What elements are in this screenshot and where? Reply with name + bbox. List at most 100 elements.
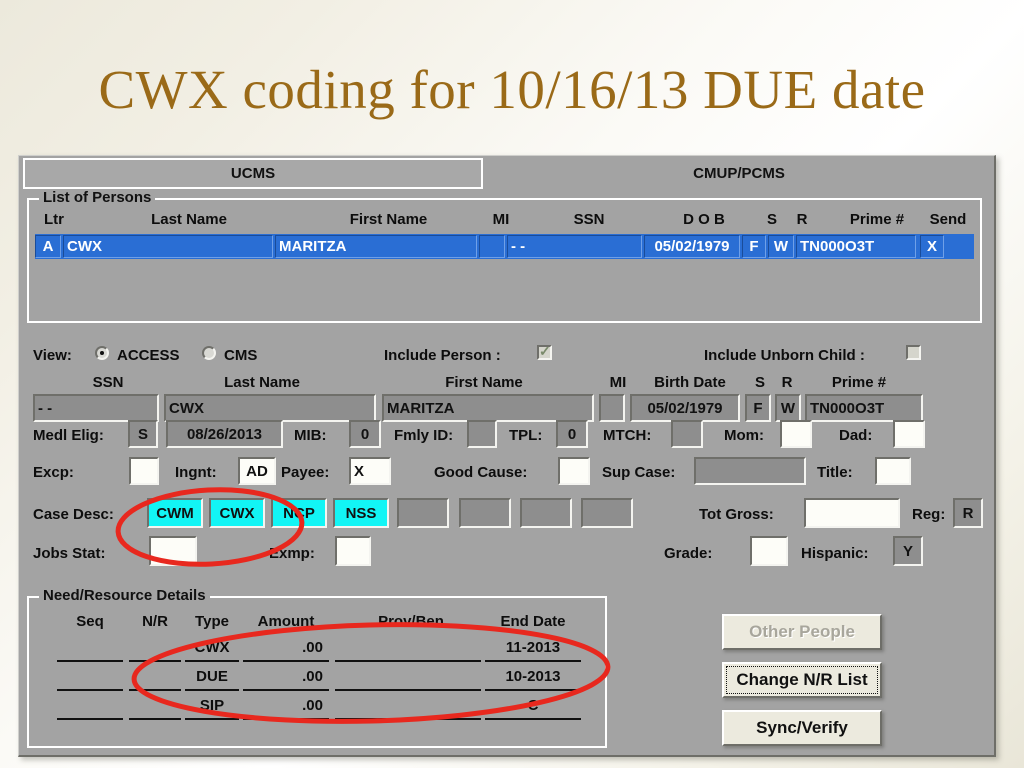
title-field[interactable]: [875, 457, 911, 485]
jobs-stat-field[interactable]: [149, 536, 197, 566]
person-cell-first-name[interactable]: MARITZA: [275, 235, 477, 258]
include-unborn-child-label: Include Unborn Child :: [704, 347, 865, 364]
case-desc-slot-5[interactable]: [459, 498, 511, 528]
nr-cell-seq-1[interactable]: [57, 667, 123, 691]
detail-header-ssn: SSN: [92, 374, 124, 391]
sync-verify-button-label: Sync/Verify: [756, 718, 848, 737]
hispanic-label: Hispanic:: [801, 545, 869, 562]
case-desc-code-2[interactable]: NCP: [271, 498, 327, 528]
include-unborn-child-checkbox[interactable]: [906, 345, 921, 360]
dad-label: Dad:: [839, 427, 873, 444]
person-cell-mi[interactable]: [479, 235, 505, 258]
reg-label: Reg:: [912, 506, 946, 523]
col-header-dob: D O B: [683, 211, 725, 228]
mom-field[interactable]: [780, 420, 812, 448]
nr-cell-prov-ben-2[interactable]: [335, 696, 481, 720]
include-person-checkbox[interactable]: [537, 343, 552, 360]
nr-cell-nr-0[interactable]: [129, 638, 181, 662]
reg-field[interactable]: R: [953, 498, 983, 528]
need-resource-details-group: Need/Resource Details Seq N/R Type Amoun…: [27, 587, 607, 748]
person-cell-prime[interactable]: TN000O3T: [796, 235, 916, 258]
exmp-field[interactable]: [335, 536, 371, 566]
radio-cms[interactable]: [202, 346, 216, 360]
detail-last-name-field[interactable]: CWX: [164, 394, 376, 422]
nr-cell-amount-1[interactable]: .00: [243, 667, 329, 691]
col-header-ltr: Ltr: [44, 211, 64, 228]
case-desc-slot-6[interactable]: [520, 498, 572, 528]
other-people-button-label: Other People: [749, 622, 855, 641]
good-cause-field[interactable]: [558, 457, 590, 485]
ingnt-field[interactable]: AD: [238, 457, 276, 485]
mib-field[interactable]: 0: [349, 420, 381, 448]
nr-header-prov-ben: Prov/Ben: [378, 613, 444, 630]
nr-cell-type-1[interactable]: DUE: [185, 667, 239, 691]
person-cell-ltr[interactable]: A: [35, 235, 61, 258]
nr-cell-amount-2[interactable]: .00: [243, 696, 329, 720]
case-desc-code-3[interactable]: NSS: [333, 498, 389, 528]
detail-ssn-field[interactable]: - -: [33, 394, 159, 422]
nr-cell-end-date-0[interactable]: 11-2013: [485, 638, 581, 662]
medl-elig-field[interactable]: S: [128, 420, 158, 448]
col-header-send: Send: [929, 211, 967, 228]
nr-cell-seq-2[interactable]: [57, 696, 123, 720]
case-desc-slot-7[interactable]: [581, 498, 633, 528]
legacy-app-window: UCMS CMUP/PCMS List of Persons Ltr Last …: [18, 155, 996, 757]
radio-access[interactable]: [95, 346, 109, 360]
mib-label: MIB:: [294, 427, 327, 444]
hispanic-field[interactable]: Y: [893, 536, 923, 566]
other-people-button[interactable]: Other People: [722, 614, 882, 650]
detail-first-name-field[interactable]: MARITZA: [382, 394, 594, 422]
person-row-selected[interactable]: A CWX MARITZA - - 05/02/1979 F W TN000O3…: [35, 234, 974, 259]
medl-elig-date-field[interactable]: 08/26/2013: [166, 420, 283, 448]
nr-cell-end-date-1[interactable]: 10-2013: [485, 667, 581, 691]
tot-gross-label: Tot Gross:: [699, 506, 774, 523]
person-cell-last-name[interactable]: CWX: [63, 235, 273, 258]
tab-cmup-pcms[interactable]: CMUP/PCMS: [489, 158, 989, 189]
nr-cell-seq-0[interactable]: [57, 638, 123, 662]
nr-cell-nr-2[interactable]: [129, 696, 181, 720]
sync-verify-button[interactable]: Sync/Verify: [722, 710, 882, 746]
tpl-field[interactable]: 0: [556, 420, 588, 448]
case-desc-code-0[interactable]: CWM: [147, 498, 203, 528]
person-cell-sex[interactable]: F: [742, 235, 766, 258]
detail-race-field[interactable]: W: [775, 394, 801, 422]
nr-cell-end-date-2[interactable]: C: [485, 696, 581, 720]
focus-ring: [726, 666, 878, 694]
medl-elig-label: Medl Elig:: [33, 427, 104, 444]
detail-birth-date-field[interactable]: 05/02/1979: [630, 394, 740, 422]
case-desc-code-1[interactable]: CWX: [209, 498, 265, 528]
person-cell-ssn[interactable]: - -: [507, 235, 642, 258]
case-desc-slot-4[interactable]: [397, 498, 449, 528]
detail-mi-field[interactable]: [599, 394, 625, 422]
change-nr-list-button[interactable]: Change N/R List: [722, 662, 882, 698]
detail-prime-field[interactable]: TN000O3T: [805, 394, 923, 422]
tpl-label: TPL:: [509, 427, 543, 444]
payee-field[interactable]: X: [349, 457, 391, 485]
detail-sex-field[interactable]: F: [745, 394, 771, 422]
nr-cell-nr-1[interactable]: [129, 667, 181, 691]
col-header-sex: S: [766, 211, 777, 228]
sup-case-field[interactable]: [694, 457, 806, 485]
nr-cell-prov-ben-1[interactable]: [335, 667, 481, 691]
nr-header-end-date: End Date: [500, 613, 566, 630]
person-cell-dob[interactable]: 05/02/1979: [644, 235, 740, 258]
tab-ucms[interactable]: UCMS: [23, 158, 483, 189]
nr-cell-type-2[interactable]: SIP: [185, 696, 239, 720]
nr-cell-type-0[interactable]: CWX: [185, 638, 239, 662]
fmly-id-field[interactable]: [467, 420, 497, 448]
tab-strip: UCMS CMUP/PCMS: [19, 156, 994, 190]
excp-field[interactable]: [129, 457, 159, 485]
nr-cell-amount-0[interactable]: .00: [243, 638, 329, 662]
nr-cell-prov-ben-0[interactable]: [335, 638, 481, 662]
col-header-mi: MI: [492, 211, 510, 228]
exmp-label: Exmp:: [269, 545, 315, 562]
sup-case-label: Sup Case:: [602, 464, 676, 481]
person-cell-send[interactable]: X: [920, 235, 944, 258]
tot-gross-field[interactable]: [804, 498, 900, 528]
ingnt-label: Ingnt:: [175, 464, 217, 481]
mtch-field[interactable]: [671, 420, 703, 448]
person-cell-race[interactable]: W: [768, 235, 794, 258]
mom-label: Mom:: [724, 427, 764, 444]
grade-field[interactable]: [750, 536, 788, 566]
dad-field[interactable]: [893, 420, 925, 448]
